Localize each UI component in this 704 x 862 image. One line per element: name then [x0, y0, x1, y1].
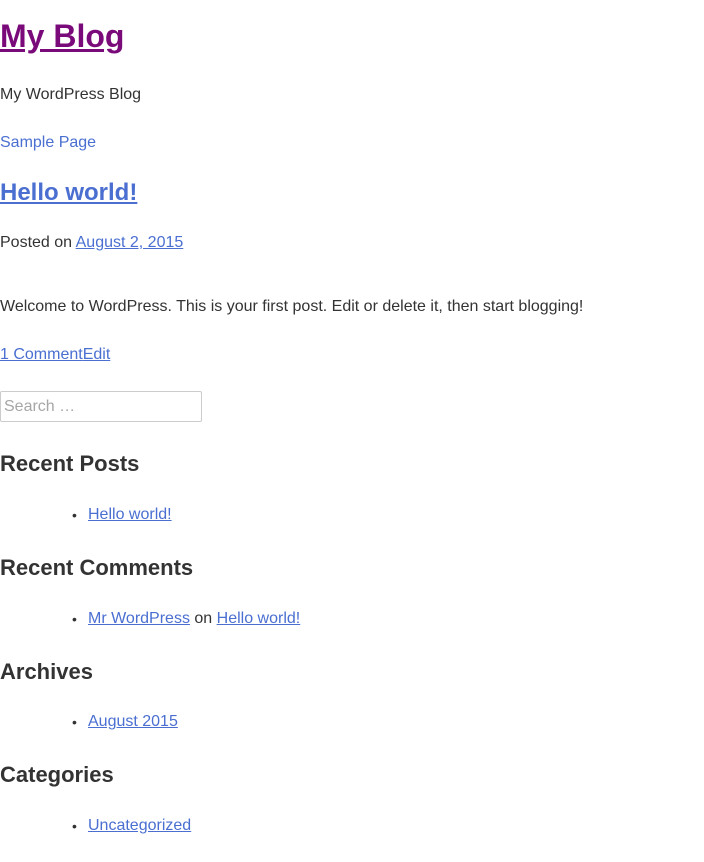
nav-sample-page-link[interactable]: Sample Page — [0, 133, 96, 153]
recent-post-link[interactable]: Hello world! — [88, 506, 172, 523]
post-title: Hello world! — [0, 178, 137, 208]
post-content: Welcome to WordPress. This is your first… — [0, 298, 584, 315]
bullet-icon: • — [72, 714, 77, 730]
archives-list: • August 2015 — [0, 712, 178, 732]
categories-list: • Uncategorized — [0, 816, 191, 836]
category-link[interactable]: Uncategorized — [88, 817, 191, 834]
post-title-link[interactable]: Hello world! — [0, 179, 137, 206]
post-date-link[interactable]: August 2, 2015 — [76, 234, 184, 251]
site-title-link[interactable]: My Blog — [0, 18, 124, 54]
recent-comments-title: Recent Comments — [0, 555, 194, 580]
post-meta: Posted on August 2, 2015 — [0, 233, 183, 253]
archive-link[interactable]: August 2015 — [88, 713, 178, 730]
post-footer: 1 CommentEdit — [0, 345, 110, 365]
comment-connector: on — [194, 610, 213, 627]
site-description: My WordPress Blog — [0, 86, 142, 103]
edit-link[interactable]: Edit — [83, 346, 111, 363]
comments-link[interactable]: 1 Comment — [0, 346, 83, 363]
site-title: My Blog — [0, 16, 124, 56]
recent-posts-title: Recent Posts — [0, 451, 140, 476]
recent-posts-list: • Hello world! — [0, 505, 172, 525]
list-item: • Uncategorized — [0, 816, 191, 836]
comment-post-link[interactable]: Hello world! — [217, 610, 301, 627]
bullet-icon: • — [72, 611, 77, 627]
comment-author-link[interactable]: Mr WordPress — [88, 610, 190, 627]
recent-comments-list: • Mr WordPress on Hello world! — [0, 609, 300, 629]
search-input[interactable] — [0, 391, 202, 422]
list-item: • Mr WordPress on Hello world! — [0, 609, 300, 629]
list-item: • August 2015 — [0, 712, 178, 732]
bullet-icon: • — [72, 818, 77, 834]
posted-on-label: Posted on — [0, 234, 73, 251]
list-item: • Hello world! — [0, 505, 172, 525]
categories-title: Categories — [0, 762, 114, 787]
bullet-icon: • — [72, 507, 77, 523]
archives-title: Archives — [0, 659, 93, 684]
